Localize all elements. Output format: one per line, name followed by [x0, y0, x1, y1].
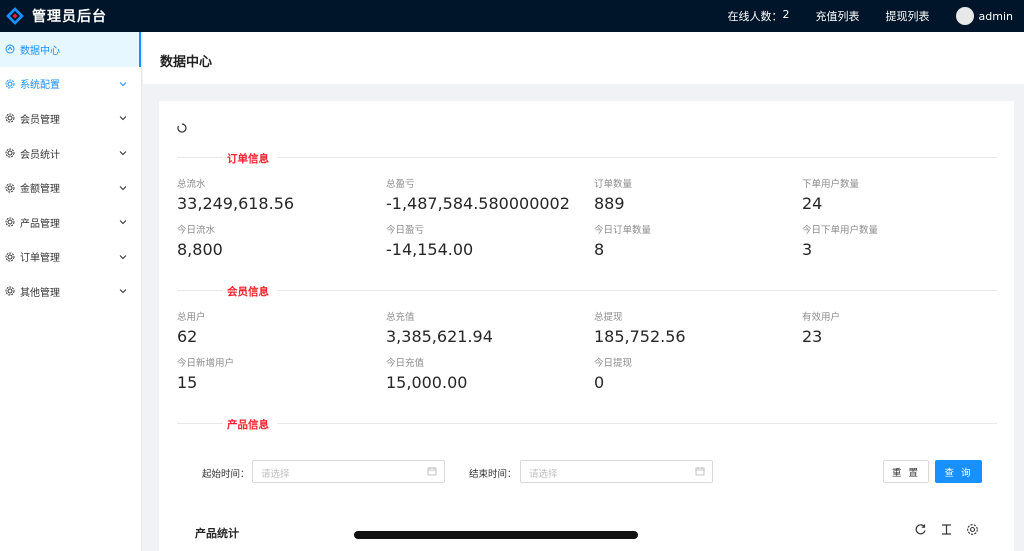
logo[interactable]: 管理员后台	[6, 6, 107, 26]
stat-today-profit-loss: 今日盈亏 -14,154.00	[386, 225, 474, 259]
section-title: 订单信息	[227, 153, 269, 165]
main-card: 订单信息 总流水 33,249,618.56 总盈亏 -1,487,584.5800…	[159, 101, 1014, 551]
chevron-down-icon	[119, 116, 127, 121]
start-time-picker[interactable]: 请选择	[252, 460, 445, 483]
order-section-header: 订单信息	[177, 151, 997, 165]
stat-total-recharge: 总充值 3,385,621.94	[386, 312, 493, 346]
chevron-down-icon	[119, 289, 127, 294]
sidebar-item-label: 会员管理	[20, 114, 60, 126]
calendar-icon	[695, 467, 705, 476]
stat-today-turnover: 今日流水 8,800	[177, 225, 223, 259]
chevron-down-icon	[119, 185, 127, 190]
sidebar: 数据中心 系统配置 会员管理 会员统计 金额管理 产品管理 订单管理 其他管理	[0, 32, 142, 551]
sidebar-item-product-management[interactable]: 产品管理	[0, 205, 141, 240]
column-height-icon[interactable]	[940, 523, 953, 536]
dashboard-icon	[5, 44, 15, 54]
section-title: 产品信息	[227, 419, 269, 431]
home-indicator	[354, 531, 638, 539]
stat-ordering-users: 下单用户数量 24	[802, 179, 860, 213]
sidebar-item-member-stats[interactable]: 会员统计	[0, 136, 141, 171]
end-time-picker[interactable]: 请选择	[520, 460, 713, 483]
page-title: 数据中心	[160, 55, 213, 70]
loading-icon	[177, 123, 187, 133]
stat-total-profit-loss: 总盈亏 -1,487,584.580000002	[386, 179, 570, 213]
sidebar-item-order-management[interactable]: 订单管理	[0, 240, 141, 275]
product-filter-form: 起始时间： 请选择 结束时间： 请选择 重 置 查 询	[159, 459, 1014, 485]
stat-today-recharge: 今日充值 15,000.00	[386, 358, 468, 392]
settings-icon	[5, 217, 15, 227]
stat-valid-users: 有效用户 23	[802, 312, 841, 346]
start-time-placeholder: 请选择	[261, 469, 290, 480]
chevron-down-icon	[119, 220, 127, 225]
sidebar-item-label: 金额管理	[20, 184, 60, 196]
page-header: 数据中心	[143, 32, 1024, 84]
stat-total-withdraw: 总提现 185,752.56	[594, 312, 686, 346]
logo-icon	[6, 7, 24, 25]
start-time-label: 起始时间：	[202, 469, 250, 480]
sidebar-item-label: 会员统计	[20, 149, 60, 161]
user-menu[interactable]: admin	[955, 7, 1013, 25]
settings-icon	[5, 148, 15, 158]
top-navbar: 管理员后台 在线人数： 2 充值列表 提现列表 admin	[0, 0, 1024, 32]
settings-icon	[5, 252, 15, 262]
reset-button[interactable]: 重 置	[883, 460, 929, 483]
settings-icon	[5, 113, 15, 123]
recharge-list-link[interactable]: 充值列表	[816, 8, 860, 24]
settings-icon	[5, 183, 15, 193]
section-title: 会员信息	[227, 286, 269, 298]
sidebar-item-data-center[interactable]: 数据中心	[0, 32, 141, 67]
reload-icon[interactable]	[914, 523, 927, 536]
stat-today-withdraw: 今日提现 0	[594, 358, 633, 392]
chevron-down-icon	[119, 151, 127, 156]
end-time-label: 结束时间：	[469, 469, 517, 480]
stat-today-new-users: 今日新增用户 15	[177, 358, 235, 392]
stat-order-count: 订单数量 889	[594, 179, 633, 213]
sidebar-item-label: 系统配置	[20, 80, 60, 92]
settings-icon	[5, 79, 15, 89]
query-button[interactable]: 查 询	[935, 460, 982, 483]
avatar	[955, 7, 974, 25]
stat-today-ordering-users: 今日下单用户数量 3	[802, 225, 879, 259]
settings-icon	[5, 286, 15, 296]
sidebar-item-label: 产品管理	[20, 218, 60, 230]
product-stats-title: 产品统计	[195, 527, 239, 540]
sidebar-item-label: 数据中心	[20, 45, 60, 57]
product-section-header: 产品信息	[177, 417, 997, 431]
app-title: 管理员后台	[32, 9, 107, 25]
stat-total-users: 总用户 62	[177, 312, 206, 346]
sidebar-item-member-management[interactable]: 会员管理	[0, 101, 141, 136]
chevron-down-icon	[119, 255, 127, 260]
setting-icon[interactable]	[966, 523, 979, 536]
sidebar-item-other-management[interactable]: 其他管理	[0, 274, 141, 309]
calendar-icon	[427, 467, 437, 476]
withdraw-list-link[interactable]: 提现列表	[886, 8, 930, 24]
sidebar-item-system-config[interactable]: 系统配置	[0, 67, 141, 102]
sidebar-item-amount-management[interactable]: 金额管理	[0, 170, 141, 205]
chevron-down-icon	[119, 82, 127, 87]
sidebar-item-label: 其他管理	[20, 287, 60, 299]
online-label: 在线人数：	[727, 10, 783, 23]
sidebar-item-label: 订单管理	[20, 253, 60, 265]
online-count: 在线人数： 2	[728, 8, 790, 24]
username: admin	[978, 9, 1013, 23]
stat-today-order-count: 今日订单数量 8	[594, 225, 652, 259]
stat-total-turnover: 总流水 33,249,618.56	[177, 179, 295, 213]
online-value: 2	[782, 8, 790, 21]
member-section-header: 会员信息	[177, 284, 997, 298]
end-time-placeholder: 请选择	[529, 469, 558, 480]
